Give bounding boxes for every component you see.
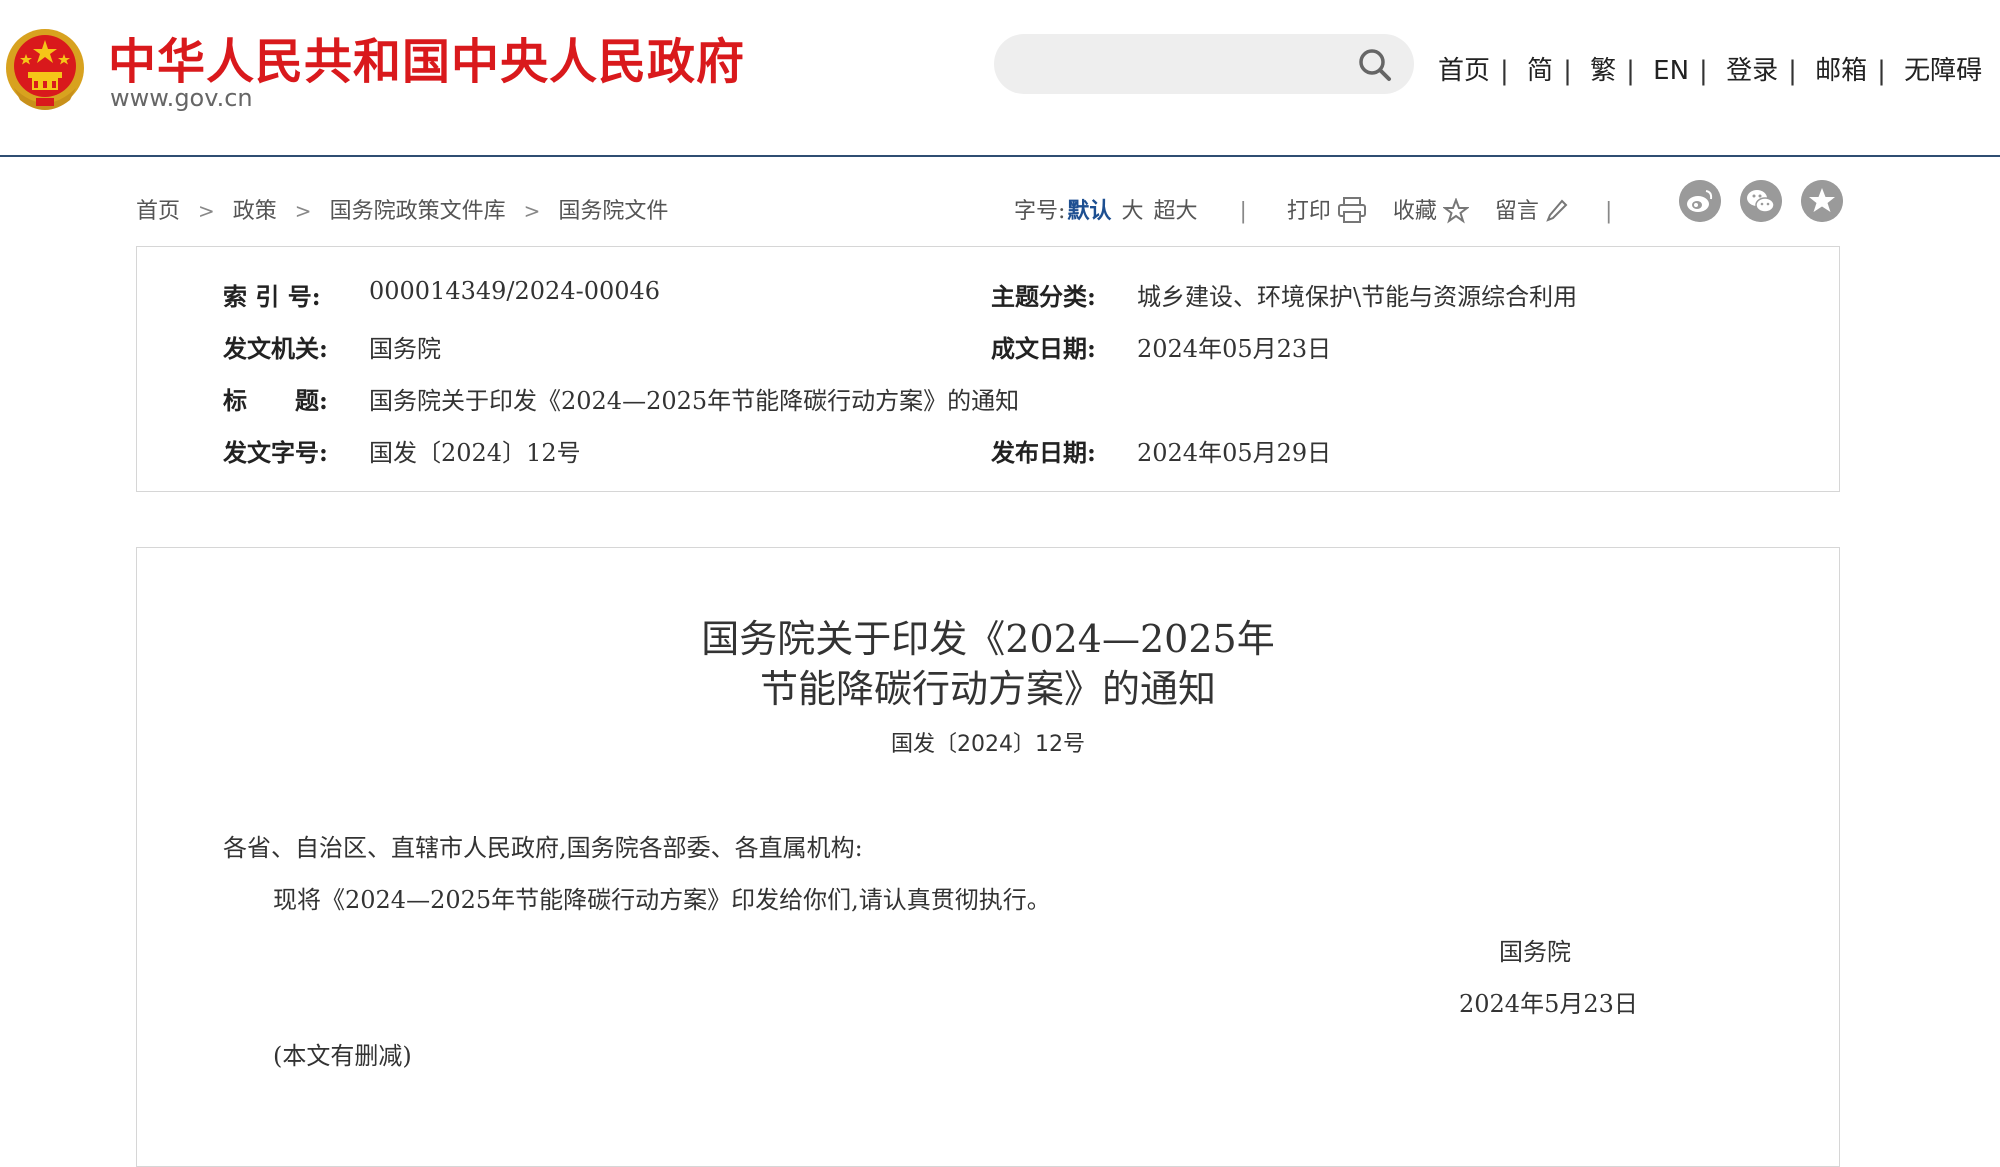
favorite-label: 收藏	[1392, 199, 1437, 224]
national-emblem-icon[interactable]	[4, 26, 86, 112]
nav-login[interactable]: 登录	[1726, 56, 1778, 86]
print-button[interactable]: 打印	[1286, 197, 1367, 224]
info-title-label: 标 题:	[223, 386, 328, 415]
article-toolbar: 字号:默认大超大 | 打印 收藏 留言 |	[1014, 193, 1612, 225]
nav-simplified[interactable]: 简	[1527, 56, 1553, 86]
info-issuer-value: 国务院	[369, 335, 441, 363]
star-icon	[1441, 197, 1470, 224]
font-size-large[interactable]: 大	[1121, 199, 1143, 224]
chevron-right-icon: >	[294, 199, 312, 223]
site-url[interactable]: www.gov.cn	[110, 84, 253, 112]
info-published-label: 发布日期:	[991, 438, 1096, 467]
nav-traditional[interactable]: 繁	[1590, 56, 1616, 86]
chevron-right-icon: >	[523, 199, 541, 223]
nav-home[interactable]: 首页	[1438, 56, 1490, 86]
info-category-value: 城乡建设、环境保护\节能与资源综合利用	[1137, 283, 1578, 311]
site-header: 中华人民共和国中央人民政府 www.gov.cn 首页 | 简 | 繁 | EN | 登…	[0, 0, 2000, 157]
pencil-icon	[1546, 199, 1568, 222]
weibo-icon[interactable]	[1679, 180, 1721, 222]
font-size-xlarge[interactable]: 超大	[1153, 199, 1197, 224]
top-nav: 首页 | 简 | 繁 | EN | 登录 | 邮箱 | 无障碍	[1438, 50, 1982, 87]
nav-separator: |	[1788, 56, 1797, 86]
article-doc-number: 国发〔2024〕12号	[891, 732, 1085, 757]
favorite-star-icon[interactable]	[1801, 180, 1843, 222]
nav-english[interactable]: EN	[1653, 56, 1689, 86]
font-size-default[interactable]: 默认	[1067, 198, 1111, 224]
document-info-box: 索 引 号: 000014349/2024-00046 主题分类: 城乡建设、环…	[136, 246, 1840, 492]
article-date: 2024年5月23日	[1459, 990, 1638, 1018]
site-title[interactable]: 中华人民共和国中央人民政府	[108, 22, 745, 92]
breadcrumb-policy-library[interactable]: 国务院政策文件库	[330, 199, 506, 224]
nav-mailbox[interactable]: 邮箱	[1815, 56, 1867, 86]
info-created-value: 2024年05月23日	[1137, 335, 1332, 363]
font-size-label: 字号:	[1014, 199, 1066, 224]
article-note: (本文有删减)	[273, 1042, 412, 1070]
info-index-label: 索 引 号:	[223, 282, 321, 311]
toolbar-divider: |	[1604, 199, 1613, 224]
nav-separator: |	[1626, 56, 1635, 86]
article-body: 国务院关于印发《2024—2025年 节能降碳行动方案》的通知 国发〔2024〕…	[136, 547, 1840, 1167]
comment-button[interactable]: 留言	[1495, 199, 1569, 224]
info-published-value: 2024年05月29日	[1137, 439, 1332, 467]
search-input[interactable]	[1014, 44, 1328, 86]
print-label: 打印	[1286, 199, 1331, 224]
breadcrumb-state-council-files[interactable]: 国务院文件	[558, 199, 668, 224]
search-box[interactable]	[994, 34, 1414, 94]
favorite-button[interactable]: 收藏	[1392, 197, 1470, 224]
wechat-icon[interactable]	[1740, 180, 1782, 222]
nav-separator: |	[1877, 56, 1886, 86]
breadcrumb: 首页 > 政策 > 国务院政策文件库 > 国务院文件	[136, 193, 668, 225]
toolbar-divider: |	[1239, 199, 1247, 224]
breadcrumb-policy[interactable]: 政策	[233, 199, 277, 224]
info-created-label: 成文日期:	[991, 334, 1096, 363]
search-icon[interactable]	[1358, 48, 1392, 82]
info-issuer-label: 发文机关:	[223, 334, 328, 363]
nav-separator: |	[1500, 56, 1509, 86]
article-body-text: 现将《2024—2025年节能降碳行动方案》印发给你们,请认真贯彻执行。	[273, 886, 1051, 914]
info-category-label: 主题分类:	[991, 282, 1096, 311]
nav-separator: |	[1563, 56, 1572, 86]
info-doc-no-label: 发文字号:	[223, 438, 328, 467]
article-salutation: 各省、自治区、直辖市人民政府,国务院各部委、各直属机构:	[223, 834, 863, 862]
article-title-line-1: 国务院关于印发《2024—2025年	[701, 617, 1275, 661]
printer-icon	[1337, 197, 1366, 223]
article-signature: 国务院	[1499, 938, 1571, 966]
info-index-value: 000014349/2024-00046	[369, 277, 661, 305]
article-title: 国务院关于印发《2024—2025年 节能降碳行动方案》的通知	[137, 614, 1839, 714]
nav-accessibility[interactable]: 无障碍	[1904, 56, 1982, 86]
comment-label: 留言	[1494, 199, 1539, 224]
nav-separator: |	[1699, 56, 1708, 86]
chevron-right-icon: >	[198, 199, 215, 223]
breadcrumb-home[interactable]: 首页	[136, 199, 180, 224]
info-doc-no-value: 国发〔2024〕12号	[369, 439, 581, 467]
article-title-line-2: 节能降碳行动方案》的通知	[759, 667, 1216, 711]
info-title-value: 国务院关于印发《2024—2025年节能降碳行动方案》的通知	[369, 387, 1020, 415]
